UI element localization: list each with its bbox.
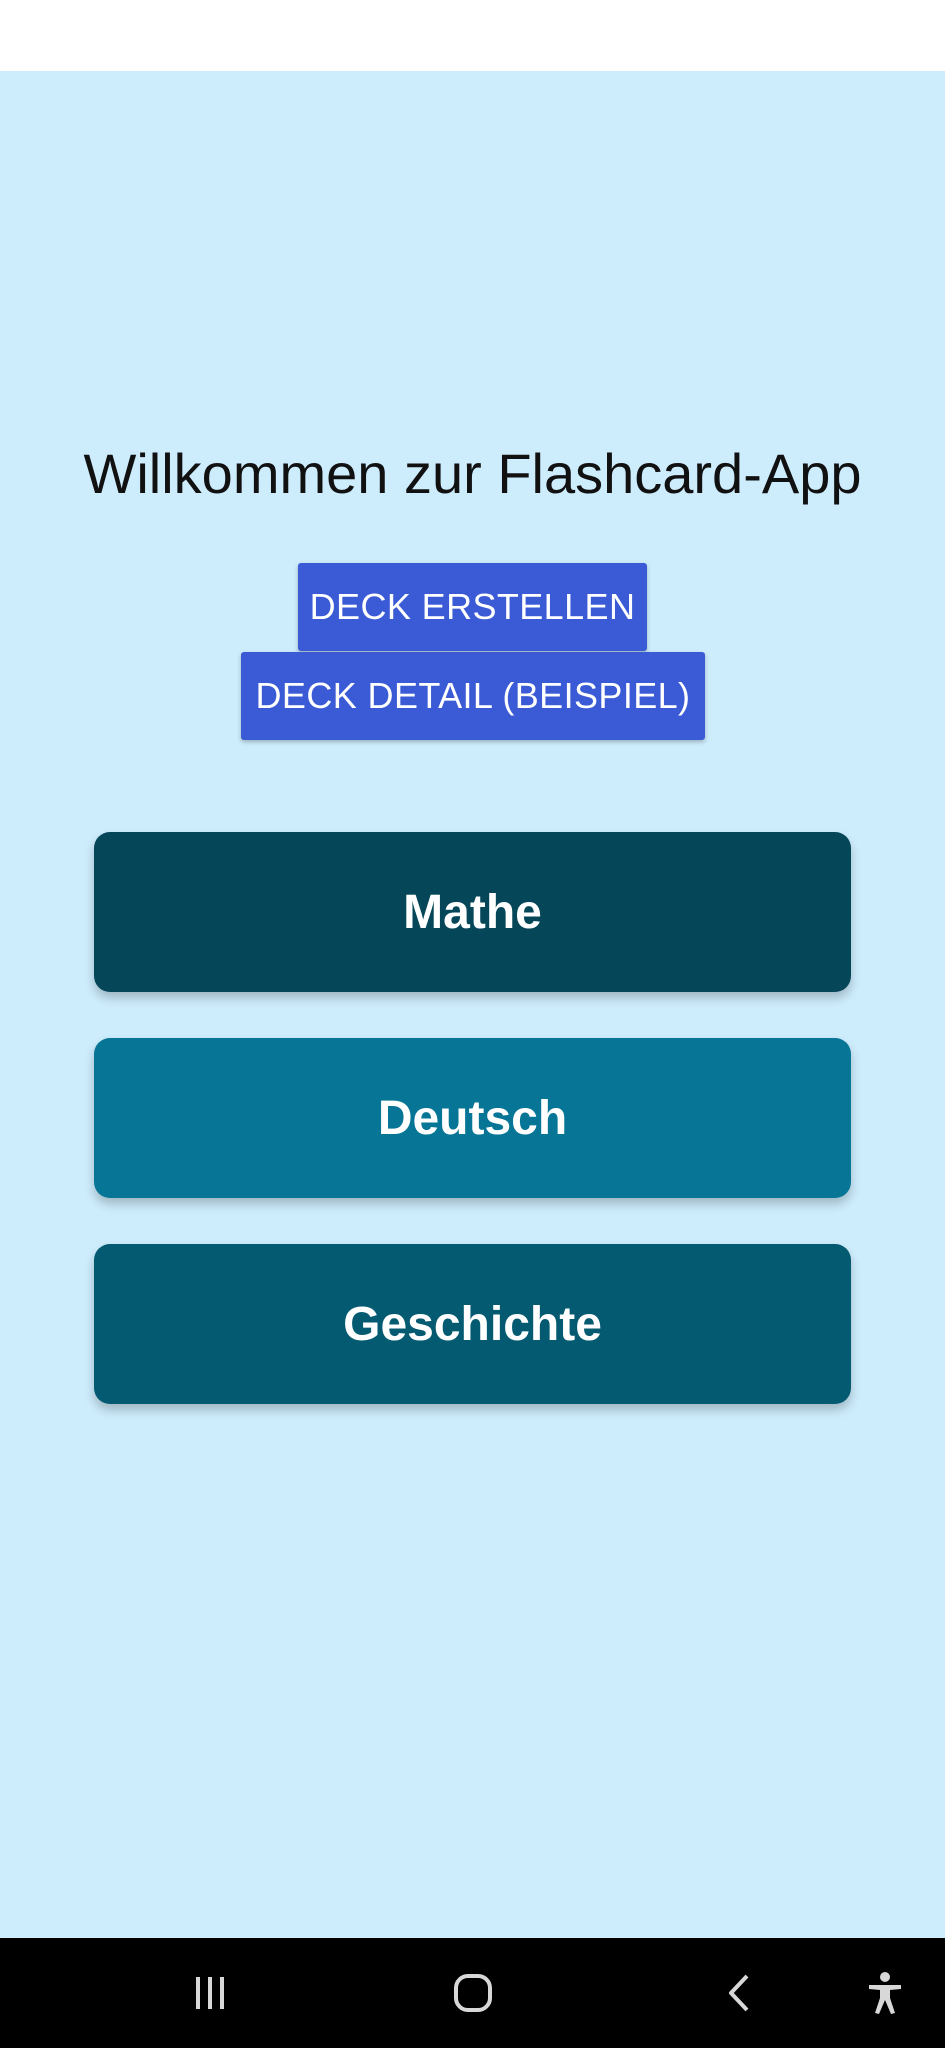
accessibility-icon[interactable] <box>845 1938 925 2048</box>
deck-detail-button[interactable]: DECK DETAIL (BEISPIEL) <box>241 652 705 740</box>
deck-card-geschichte[interactable]: Geschichte <box>94 1244 851 1404</box>
back-icon[interactable] <box>700 1938 780 2048</box>
app-screen <box>0 71 945 1938</box>
deck-card-mathe[interactable]: Mathe <box>94 832 851 992</box>
recent-apps-icon[interactable] <box>170 1938 250 2048</box>
system-navigation-bar <box>0 1938 945 2048</box>
page-title: Willkommen zur Flashcard-App <box>83 442 862 505</box>
home-icon[interactable] <box>433 1938 513 2048</box>
status-bar <box>0 0 945 71</box>
deck-card-deutsch[interactable]: Deutsch <box>94 1038 851 1198</box>
create-deck-button[interactable]: DECK ERSTELLEN <box>298 563 647 651</box>
